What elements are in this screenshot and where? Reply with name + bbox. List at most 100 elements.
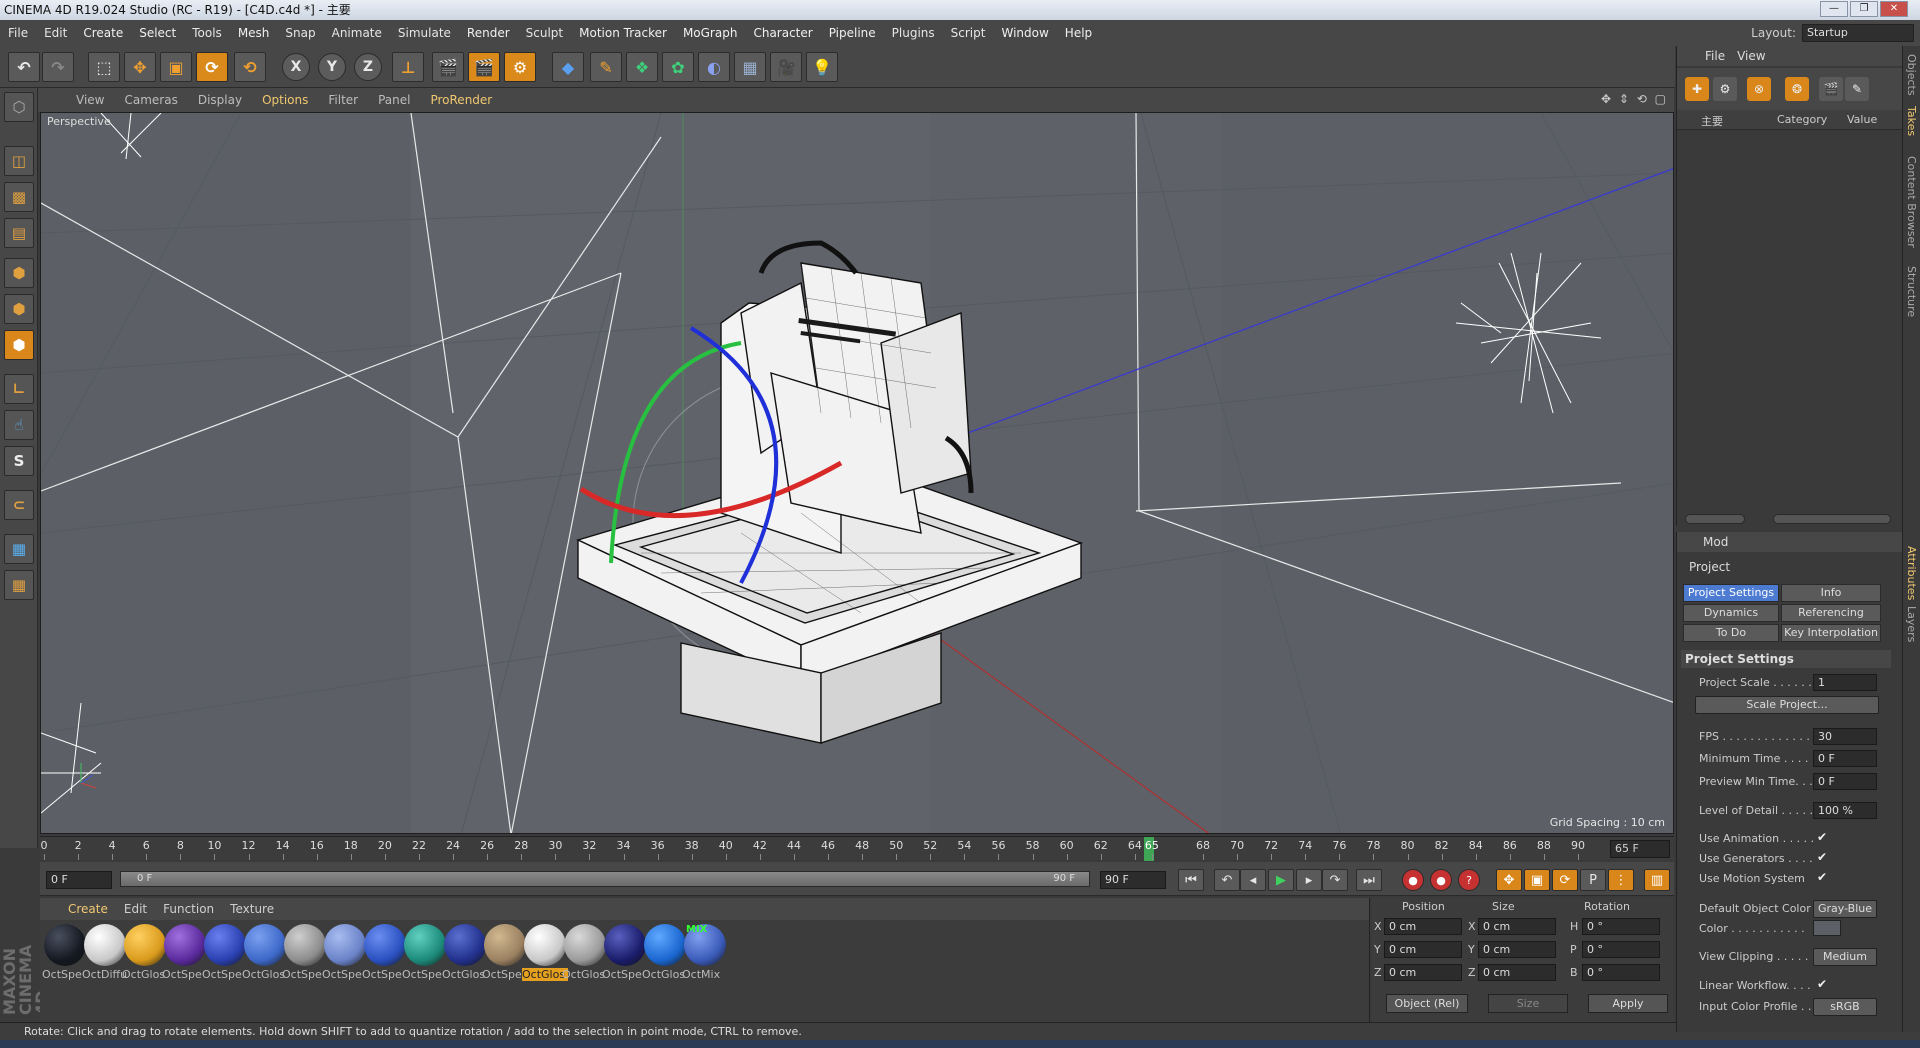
edges-mode-icon[interactable]: ⬢ <box>4 294 34 324</box>
pen-spline-icon[interactable]: ✎ <box>590 52 622 82</box>
input-color-profile-dropdown[interactable]: sRGB <box>1813 998 1877 1016</box>
attributes-mode-menu[interactable]: Mod <box>1701 535 1730 549</box>
snap-icon[interactable]: ⊂ <box>4 490 34 520</box>
close-button[interactable]: ✕ <box>1880 1 1908 17</box>
tab-dynamics[interactable]: Dynamics <box>1683 604 1779 622</box>
tab-info[interactable]: Info <box>1781 584 1881 602</box>
menu-item-mograph[interactable]: MoGraph <box>675 26 746 40</box>
undo-icon[interactable]: ↶ <box>8 52 40 82</box>
rotation-field[interactable]: 0 ° <box>1582 941 1660 958</box>
view-clipping-dropdown[interactable]: Medium <box>1813 948 1877 966</box>
menu-item-motion-tracker[interactable]: Motion Tracker <box>571 26 675 40</box>
size-field[interactable]: 0 cm <box>1478 941 1556 958</box>
y-axis-lock[interactable]: Y <box>318 53 346 81</box>
use-motion-system-checkbox[interactable]: ✔ <box>1817 870 1827 884</box>
objects-scrollbar-right[interactable] <box>1773 514 1891 524</box>
preview-range-slider[interactable]: 0 F 90 F <box>120 871 1090 887</box>
viewport-perspective[interactable]: Perspective Grid Spacing : 10 cm <box>40 112 1674 834</box>
keyframe-selection-icon[interactable]: ? <box>1458 869 1480 891</box>
material-menu-edit[interactable]: Edit <box>116 902 155 916</box>
autokey-icon[interactable]: ● <box>1430 869 1452 891</box>
viewport-menu-cameras[interactable]: Cameras <box>114 93 187 107</box>
end-frame-field[interactable]: 90 F <box>1100 871 1166 889</box>
timeline-end-field[interactable]: 65 F <box>1610 840 1670 858</box>
tab-project-settings[interactable]: Project Settings <box>1683 584 1779 602</box>
use-generators-checkbox[interactable]: ✔ <box>1817 850 1827 864</box>
menu-item-window[interactable]: Window <box>993 26 1056 40</box>
objects-tool-2-icon[interactable]: ⚙ <box>1713 77 1737 101</box>
material-menu-create[interactable]: Create <box>60 902 116 916</box>
menu-item-animate[interactable]: Animate <box>324 26 390 40</box>
model-mode-icon[interactable]: ◫ <box>4 146 34 176</box>
position-field[interactable]: 0 cm <box>1384 941 1462 958</box>
viewport-menu-filter[interactable]: Filter <box>318 93 368 107</box>
menu-item-select[interactable]: Select <box>131 26 184 40</box>
maximize-button[interactable]: ❐ <box>1850 1 1878 17</box>
color-swatch[interactable] <box>1813 920 1841 936</box>
scale-project-button[interactable]: Scale Project... <box>1695 696 1879 714</box>
viewport-menu-panel[interactable]: Panel <box>368 93 420 107</box>
menu-item-simulate[interactable]: Simulate <box>390 26 459 40</box>
size-mode-dropdown[interactable]: Size <box>1488 994 1568 1013</box>
objects-menu-file[interactable]: File <box>1699 49 1731 63</box>
material-preview-ball[interactable] <box>444 924 486 966</box>
select-tool-icon[interactable]: ⬚ <box>88 52 120 82</box>
default-object-color-dropdown[interactable]: Gray-Blue <box>1813 900 1877 918</box>
size-field[interactable]: 0 cm <box>1478 964 1556 981</box>
viewport-menu-display[interactable]: Display <box>188 93 252 107</box>
render-picture-viewer-icon[interactable]: 🎬 <box>468 52 500 82</box>
objects-tool-3-icon[interactable]: ⊗ <box>1747 77 1771 101</box>
level-of-detail-field[interactable]: 100 % <box>1813 802 1877 819</box>
go-to-end-icon[interactable]: ⏭ <box>1356 869 1382 891</box>
subdivision-icon[interactable]: ❖ <box>626 52 658 82</box>
menu-item-snap[interactable]: Snap <box>277 26 323 40</box>
objects-scrollbar-left[interactable] <box>1685 514 1745 524</box>
menu-item-script[interactable]: Script <box>943 26 994 40</box>
rotate-tool-icon[interactable]: ⟳ <box>196 52 228 82</box>
coordinate-system-icon[interactable]: ⊥ <box>392 52 424 82</box>
move-tool-icon[interactable]: ✥ <box>124 52 156 82</box>
material-preview-ball[interactable] <box>524 924 566 966</box>
workplane-lock-icon[interactable]: ▦ <box>4 534 34 564</box>
objects-tool-1-icon[interactable]: ✚ <box>1685 77 1709 101</box>
material-preview-ball[interactable] <box>124 924 166 966</box>
material-preview-ball[interactable] <box>44 924 86 966</box>
use-animation-checkbox[interactable]: ✔ <box>1817 830 1827 844</box>
menu-item-file[interactable]: File <box>0 26 36 40</box>
render-settings-icon[interactable]: ⚙ <box>504 52 536 82</box>
material-menu-function[interactable]: Function <box>155 902 222 916</box>
tab-key-interpolation[interactable]: Key Interpolation <box>1781 624 1881 642</box>
planar-workplane-icon[interactable]: ▦ <box>4 570 34 600</box>
fps-field[interactable]: 30 <box>1813 728 1877 745</box>
play-icon[interactable]: ▶ <box>1268 869 1294 891</box>
viewport-menu-options[interactable]: Options <box>252 93 318 107</box>
viewport-navigation-icons[interactable]: ✥ ⇕ ⟲ ▢ <box>1601 92 1668 106</box>
material-preview-ball[interactable] <box>324 924 366 966</box>
material-preview-ball[interactable] <box>84 924 126 966</box>
preview-min-time-field[interactable]: 0 F <box>1813 773 1877 790</box>
z-axis-lock[interactable]: Z <box>354 53 382 81</box>
mograph-cloner-icon[interactable]: ✿ <box>662 52 694 82</box>
x-axis-lock[interactable]: X <box>282 53 310 81</box>
project-scale-field[interactable]: 1 <box>1813 674 1877 691</box>
rotation-field[interactable]: 0 ° <box>1582 964 1660 981</box>
objects-tool-5-icon[interactable]: 🎬 <box>1819 77 1843 101</box>
tab-objects[interactable]: Objects <box>1905 54 1918 96</box>
tab-attributes[interactable]: Attributes <box>1905 546 1918 600</box>
menu-item-create[interactable]: Create <box>75 26 131 40</box>
workplane-mode-icon[interactable]: ▤ <box>4 218 34 248</box>
rotation-field[interactable]: 0 ° <box>1582 918 1660 935</box>
deformer-icon[interactable]: ◐ <box>698 52 730 82</box>
linear-workflow-checkbox[interactable]: ✔ <box>1817 977 1827 991</box>
record-keys-icon[interactable]: ● <box>1402 869 1424 891</box>
key-position-icon[interactable]: ✥ <box>1496 869 1522 891</box>
material-preview-ball[interactable] <box>244 924 286 966</box>
position-field[interactable]: 0 cm <box>1384 918 1462 935</box>
tab-takes[interactable]: Takes <box>1905 106 1918 136</box>
position-field[interactable]: 0 cm <box>1384 964 1462 981</box>
menu-item-mesh[interactable]: Mesh <box>230 26 278 40</box>
minimum-time-field[interactable]: 0 F <box>1813 750 1877 767</box>
recent-tool-icon[interactable]: ⟲ <box>234 52 266 82</box>
polygons-mode-icon[interactable]: ⬢ <box>4 330 34 360</box>
material-preview-ball[interactable] <box>164 924 206 966</box>
